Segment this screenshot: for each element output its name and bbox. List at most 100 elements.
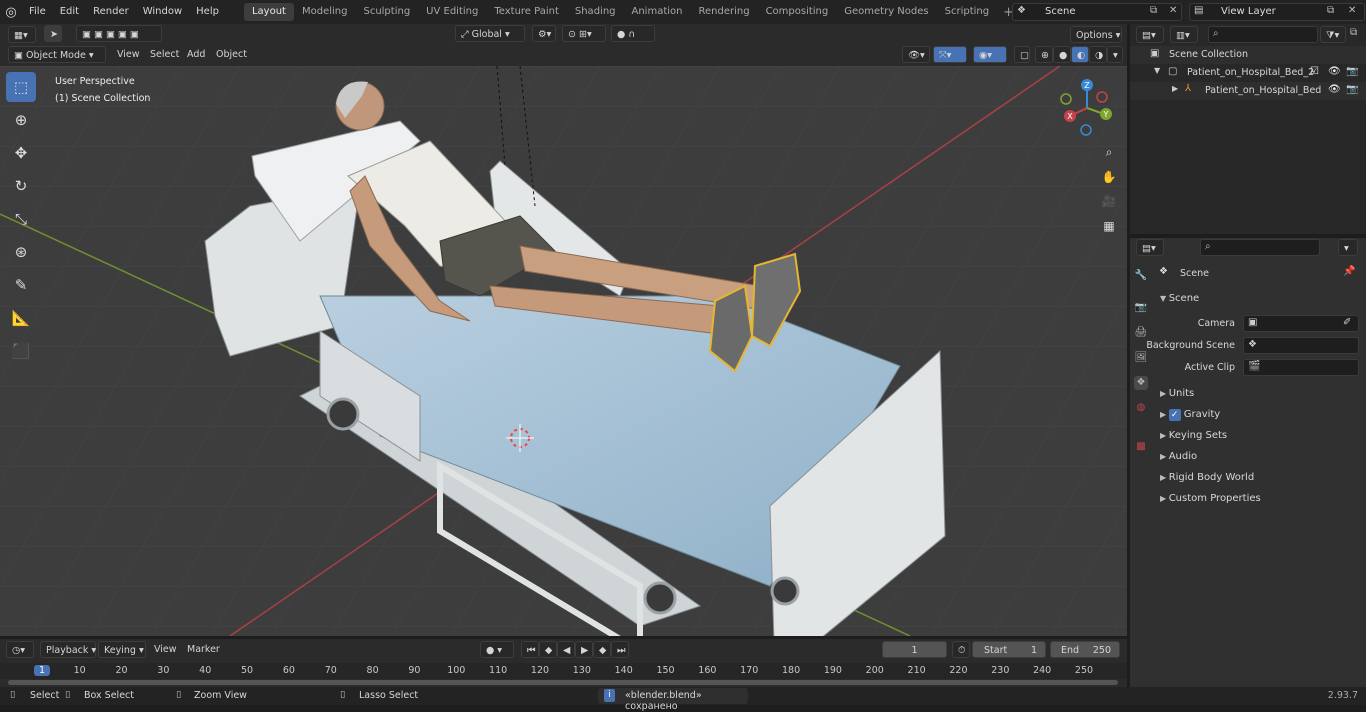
gravity-panel[interactable]: ▶ ✓ Gravity <box>1160 406 1220 424</box>
timeline-editor-type[interactable]: ◷▾ <box>6 641 34 658</box>
object-menu[interactable]: Object <box>216 46 247 63</box>
expand-arrow-icon[interactable]: ▼ <box>1154 66 1160 75</box>
tool-tab-icon[interactable]: 🔧 <box>1134 269 1148 283</box>
timeline-marker-menu[interactable]: Marker <box>187 641 220 658</box>
render-tab-icon[interactable]: 📷 <box>1134 301 1148 315</box>
tab-shading[interactable]: Shading <box>567 3 624 21</box>
outliner-search[interactable]: ⌕ <box>1208 26 1318 43</box>
outliner-editor-type[interactable]: ▤▾ <box>1136 26 1164 43</box>
end-frame-field[interactable]: End 250 <box>1050 641 1120 658</box>
preview-range-button[interactable]: ⏱ <box>952 641 970 658</box>
eyedropper-icon[interactable]: ✐ <box>1343 317 1351 328</box>
play-reverse-button[interactable]: ◀ <box>557 641 575 658</box>
view-layer-name[interactable]: View Layer <box>1221 6 1276 17</box>
zoom-icon[interactable]: ⌕ <box>1099 142 1119 162</box>
tab-layout[interactable]: Layout <box>243 3 294 21</box>
camera-field[interactable]: ▣ ✐ <box>1243 315 1359 332</box>
tab-sculpting[interactable]: Sculpting <box>355 3 418 21</box>
rotate-tool-icon[interactable]: ↻ <box>6 171 36 201</box>
editor-type-button[interactable]: ▦▾ <box>8 26 36 43</box>
custom-properties-panel[interactable]: ▶ Custom Properties <box>1160 490 1261 508</box>
view-layer-selector[interactable]: ▤ View Layer ⧉ ✕ <box>1189 3 1365 21</box>
snap-toggle[interactable]: ⊙ ⊞▾ <box>562 25 606 42</box>
tab-animation[interactable]: Animation <box>624 3 691 21</box>
new-collection-icon[interactable]: ⧉ <box>1350 27 1357 38</box>
menu-window[interactable]: Window <box>136 0 189 24</box>
start-frame-field[interactable]: Start 1 <box>972 641 1046 658</box>
timeline-scrollbar[interactable] <box>8 680 1118 685</box>
next-keyframe-button[interactable]: ◆ <box>593 641 611 658</box>
world-tab-icon[interactable]: ◍ <box>1134 401 1148 415</box>
visibility-eye-icon[interactable]: 👁 <box>1328 84 1341 95</box>
record-button[interactable]: ● ▾ <box>480 641 514 658</box>
keying-menu[interactable]: Keying ▾ <box>98 641 146 658</box>
gravity-checkbox[interactable]: ✓ <box>1168 409 1181 421</box>
overlay-toggle[interactable]: ◉▾ <box>973 46 1007 63</box>
visibility-eye-icon[interactable]: 👁 <box>1328 66 1341 77</box>
shading-options[interactable]: ▾ <box>1107 46 1123 63</box>
navigation-gizmo[interactable]: Z Y X <box>1056 76 1120 140</box>
3d-viewport[interactable]: User Perspective (1) Scene Collection Z … <box>0 66 1127 636</box>
expand-arrow-icon[interactable]: ▶ <box>1172 84 1178 93</box>
select-menu[interactable]: Select <box>150 46 179 63</box>
audio-panel[interactable]: ▶ Audio <box>1160 448 1197 466</box>
scene-selector[interactable]: ❖ Scene ⧉ ✕ <box>1012 3 1182 21</box>
select-box-tool-icon[interactable]: ⬚ <box>6 72 36 102</box>
visibility-dropdown[interactable]: 👁▾ <box>902 46 930 63</box>
object-mode-dropdown[interactable]: ▣ Object Mode ▾ <box>8 46 106 63</box>
play-button[interactable]: ▶ <box>575 641 593 658</box>
delete-scene-icon[interactable]: ✕ <box>1169 5 1177 16</box>
units-panel[interactable]: ▶ Units <box>1160 385 1194 403</box>
xray-toggle[interactable]: ▢ <box>1014 46 1030 63</box>
blender-logo-icon[interactable]: ◎ <box>0 5 22 20</box>
gizmo-toggle[interactable]: ⤧▾ <box>933 46 967 63</box>
scene-section-header[interactable]: ▼ Scene <box>1160 290 1199 308</box>
outliner-filter[interactable]: ⧩▾ <box>1320 26 1346 43</box>
transform-tool-icon[interactable]: ⊛ <box>6 237 36 267</box>
new-view-layer-icon[interactable]: ⧉ <box>1327 5 1334 16</box>
render-camera-icon[interactable]: 📷 <box>1346 66 1358 77</box>
tab-compositing[interactable]: Compositing <box>758 3 837 21</box>
tab-modeling[interactable]: Modeling <box>294 3 356 21</box>
texture-tab-icon[interactable]: ▩ <box>1134 440 1148 454</box>
current-frame-field[interactable]: 1 <box>882 641 947 658</box>
menu-help[interactable]: Help <box>189 0 226 24</box>
active-clip-field[interactable]: 🎬 <box>1243 359 1359 376</box>
shading-rendered[interactable]: ◑ <box>1089 46 1107 63</box>
timeline-view-menu[interactable]: View <box>154 641 177 658</box>
prev-keyframe-button[interactable]: ◆ <box>539 641 557 658</box>
annotate-tool-icon[interactable]: ✎ <box>6 270 36 300</box>
pan-hand-icon[interactable]: ✋ <box>1099 167 1119 187</box>
playback-menu[interactable]: Playback ▾ <box>40 641 96 658</box>
pivot-dropdown[interactable]: ⚙▾ <box>532 25 556 42</box>
output-tab-icon[interactable]: 🖨 <box>1134 326 1148 340</box>
proportional-edit-toggle[interactable]: ● ∩ <box>611 25 655 42</box>
properties-search[interactable]: ⌕ <box>1200 239 1320 256</box>
keying-sets-panel[interactable]: ▶ Keying Sets <box>1160 427 1227 445</box>
tab-uv-editing[interactable]: UV Editing <box>418 3 486 21</box>
select-mode-buttons[interactable]: ▣▣▣▣▣ <box>76 25 162 42</box>
jump-start-button[interactable]: ⏮ <box>521 641 539 658</box>
tab-rendering[interactable]: Rendering <box>690 3 757 21</box>
delete-view-layer-icon[interactable]: ✕ <box>1348 5 1356 16</box>
outliner-row-collection[interactable]: ▼ ▢ Patient_on_Hospital_Bed_2 ☑ 👁 📷 <box>1130 64 1366 82</box>
select-tool-button[interactable]: ➤ <box>44 25 62 42</box>
rigid-body-world-panel[interactable]: ▶ Rigid Body World <box>1160 469 1254 487</box>
pin-icon[interactable]: 📌 <box>1343 266 1355 277</box>
scene-tab-icon[interactable]: ❖ <box>1134 376 1148 390</box>
shading-solid[interactable]: ● <box>1053 46 1071 63</box>
view-menu[interactable]: View <box>117 46 140 63</box>
options-dropdown[interactable]: Options ▾ <box>1070 26 1122 43</box>
menu-render[interactable]: Render <box>86 0 136 24</box>
properties-options[interactable]: ▾ <box>1338 239 1358 256</box>
include-checkbox-icon[interactable]: ☑ <box>1310 66 1319 77</box>
menu-edit[interactable]: Edit <box>53 0 86 24</box>
tab-scripting[interactable]: Scripting <box>937 3 997 21</box>
move-tool-icon[interactable]: ✥ <box>6 138 36 168</box>
menu-file[interactable]: File <box>22 0 53 24</box>
tab-geometry-nodes[interactable]: Geometry Nodes <box>836 3 936 21</box>
ortho-grid-icon[interactable]: ▦ <box>1099 216 1119 236</box>
add-cube-tool-icon[interactable]: ⬛ <box>6 336 36 366</box>
tab-texture-paint[interactable]: Texture Paint <box>486 3 567 21</box>
measure-tool-icon[interactable]: 📐 <box>6 303 36 333</box>
